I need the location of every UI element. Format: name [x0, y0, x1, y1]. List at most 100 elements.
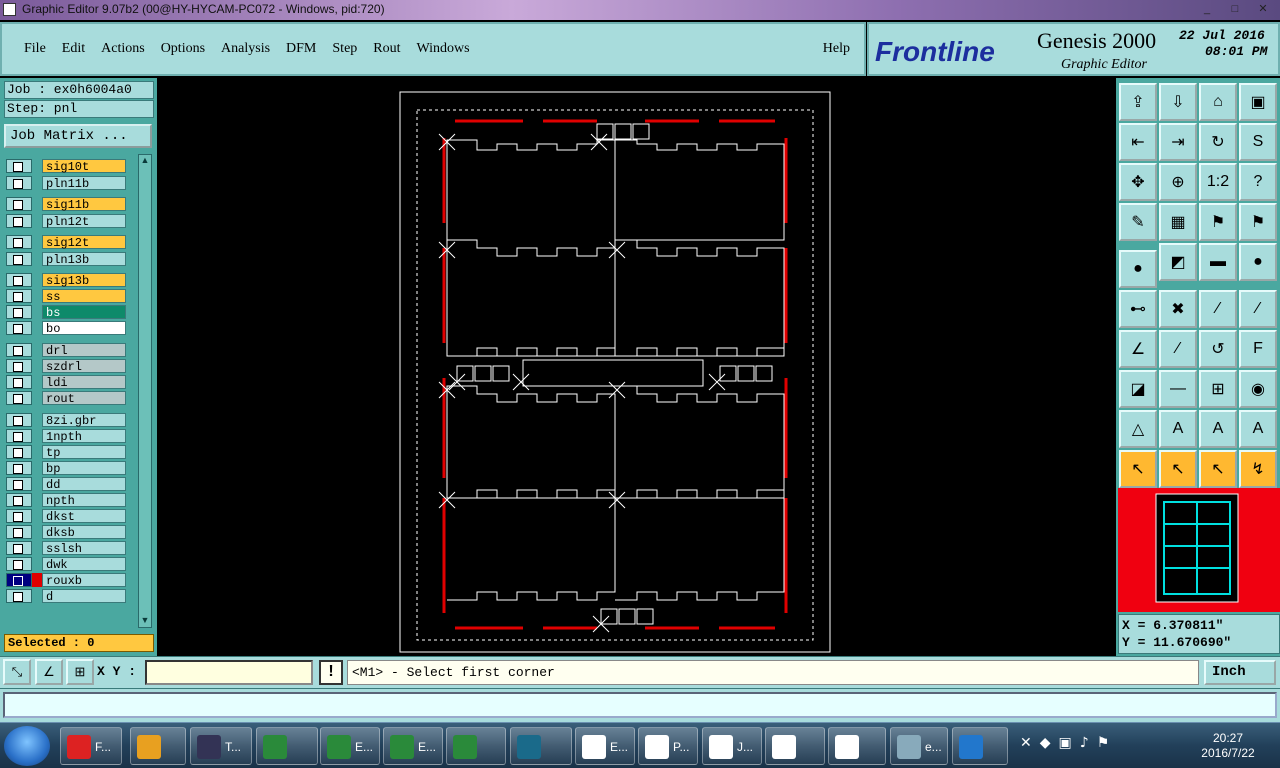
flag-icon[interactable]: ⚑: [1097, 735, 1110, 751]
taskbar-button[interactable]: [446, 727, 506, 765]
close-button[interactable]: ✕: [1252, 1, 1274, 17]
layer-checkbox[interactable]: [6, 391, 32, 405]
taskbar-button[interactable]: [510, 727, 572, 765]
taskbar-button[interactable]: [765, 727, 825, 765]
tool-button[interactable]: ⌂: [1199, 83, 1237, 121]
tool-button[interactable]: ⇪: [1119, 83, 1157, 121]
tool-button[interactable]: ↯: [1239, 450, 1277, 488]
menu-options[interactable]: Options: [153, 41, 213, 57]
layer-name[interactable]: bp: [42, 461, 126, 476]
layer-row[interactable]: rout: [4, 390, 126, 406]
layer-name[interactable]: sig12t: [42, 235, 126, 250]
panel-drawing[interactable]: [157, 78, 1116, 656]
layer-row[interactable]: sig12t: [4, 234, 126, 250]
network-icon[interactable]: ▣: [1059, 735, 1072, 751]
layer-checkbox[interactable]: [6, 214, 32, 228]
tool-button[interactable]: ∠: [1119, 330, 1157, 368]
layer-name[interactable]: sig13b: [42, 273, 126, 288]
tray-icon[interactable]: ✕: [1020, 735, 1032, 751]
menu-actions[interactable]: Actions: [93, 41, 153, 57]
tool-button[interactable]: ↺: [1199, 330, 1237, 368]
layer-name[interactable]: dksb: [42, 525, 126, 540]
layer-name[interactable]: d: [42, 589, 126, 604]
layer-row[interactable]: 8zi.gbr: [4, 412, 126, 428]
tool-button[interactable]: ⊷: [1119, 290, 1157, 328]
layer-name[interactable]: sig11b: [42, 197, 126, 212]
layer-name[interactable]: dkst: [42, 509, 126, 524]
layer-name[interactable]: bo: [42, 321, 126, 336]
layer-row[interactable]: dwk: [4, 556, 126, 572]
layer-name[interactable]: 8zi.gbr: [42, 413, 126, 428]
layer-checkbox[interactable]: [6, 573, 32, 587]
layer-row[interactable]: pln11b: [4, 175, 126, 191]
layer-row[interactable]: 1npth: [4, 428, 126, 444]
layer-row[interactable]: dd: [4, 476, 126, 492]
unit-selector[interactable]: Inch: [1204, 660, 1276, 685]
grid-icon[interactable]: ⊞: [66, 659, 94, 685]
layer-row[interactable]: dksb: [4, 524, 126, 540]
snap-icon[interactable]: ⤡: [3, 659, 31, 685]
taskbar-button[interactable]: F...: [60, 727, 122, 765]
layer-scrollbar[interactable]: ▲ ▼: [138, 154, 152, 628]
layer-name[interactable]: rouxb: [42, 573, 126, 588]
layer-name[interactable]: npth: [42, 493, 126, 508]
layer-checkbox[interactable]: [6, 493, 32, 507]
tool-button[interactable]: ⇩: [1159, 83, 1197, 121]
layer-row[interactable]: pln13b: [4, 251, 126, 267]
tool-button[interactable]: S: [1239, 123, 1277, 161]
menu-analysis[interactable]: Analysis: [213, 41, 278, 57]
taskbar-button[interactable]: J...: [702, 727, 762, 765]
layer-checkbox[interactable]: [6, 176, 32, 190]
layer-name[interactable]: pln12t: [42, 214, 126, 229]
layer-name[interactable]: sig10t: [42, 159, 126, 174]
layer-row[interactable]: rouxb: [4, 572, 126, 588]
layer-name[interactable]: tp: [42, 445, 126, 460]
tool-button[interactable]: ↖: [1119, 450, 1157, 488]
tool-button[interactable]: 1:2: [1199, 163, 1237, 201]
job-matrix-button[interactable]: Job Matrix ...: [4, 124, 152, 148]
tool-button[interactable]: ◩: [1159, 243, 1197, 281]
taskbar-button[interactable]: E...: [383, 727, 443, 765]
tool-button[interactable]: △: [1119, 410, 1157, 448]
taskbar-button[interactable]: E...: [575, 727, 635, 765]
layer-checkbox[interactable]: [6, 159, 32, 173]
layer-checkbox[interactable]: [6, 477, 32, 491]
tool-button[interactable]: A: [1239, 410, 1277, 448]
layer-name[interactable]: dwk: [42, 557, 126, 572]
layer-row[interactable]: npth: [4, 492, 126, 508]
taskbar-button[interactable]: [130, 727, 186, 765]
layer-checkbox[interactable]: [6, 273, 32, 287]
layer-name[interactable]: ss: [42, 289, 126, 304]
layer-checkbox[interactable]: [6, 359, 32, 373]
layer-row[interactable]: ss: [4, 288, 126, 304]
taskbar-button[interactable]: e...: [890, 727, 948, 765]
menu-edit[interactable]: Edit: [54, 41, 93, 57]
layer-checkbox[interactable]: [6, 235, 32, 249]
layer-checkbox[interactable]: [6, 429, 32, 443]
layer-name[interactable]: sslsh: [42, 541, 126, 556]
taskbar-button[interactable]: [952, 727, 1008, 765]
layer-row[interactable]: sig11b: [4, 196, 126, 212]
scroll-up-icon[interactable]: ▲: [139, 155, 151, 167]
graphic-canvas[interactable]: [157, 78, 1116, 656]
layer-checkbox[interactable]: [6, 375, 32, 389]
taskbar-button[interactable]: [828, 727, 886, 765]
menu-file[interactable]: File: [16, 41, 54, 57]
taskbar-button[interactable]: E...: [320, 727, 380, 765]
menu-windows[interactable]: Windows: [409, 41, 478, 57]
layer-checkbox[interactable]: [6, 557, 32, 571]
layer-checkbox[interactable]: [6, 305, 32, 319]
layer-row[interactable]: bs: [4, 304, 126, 320]
tool-button[interactable]: ⁄: [1199, 290, 1237, 328]
tool-button[interactable]: ●: [1119, 250, 1157, 288]
layer-name[interactable]: szdrl: [42, 359, 126, 374]
menu-rout[interactable]: Rout: [365, 41, 408, 57]
taskbar-button[interactable]: [256, 727, 318, 765]
taskbar-button[interactable]: P...: [638, 727, 698, 765]
tool-button[interactable]: F: [1239, 330, 1277, 368]
layer-row[interactable]: tp: [4, 444, 126, 460]
layer-row[interactable]: pln12t: [4, 213, 126, 229]
tool-button[interactable]: ◪: [1119, 370, 1157, 408]
tool-button[interactable]: ?: [1239, 163, 1277, 201]
tool-button[interactable]: ⁄: [1159, 330, 1197, 368]
